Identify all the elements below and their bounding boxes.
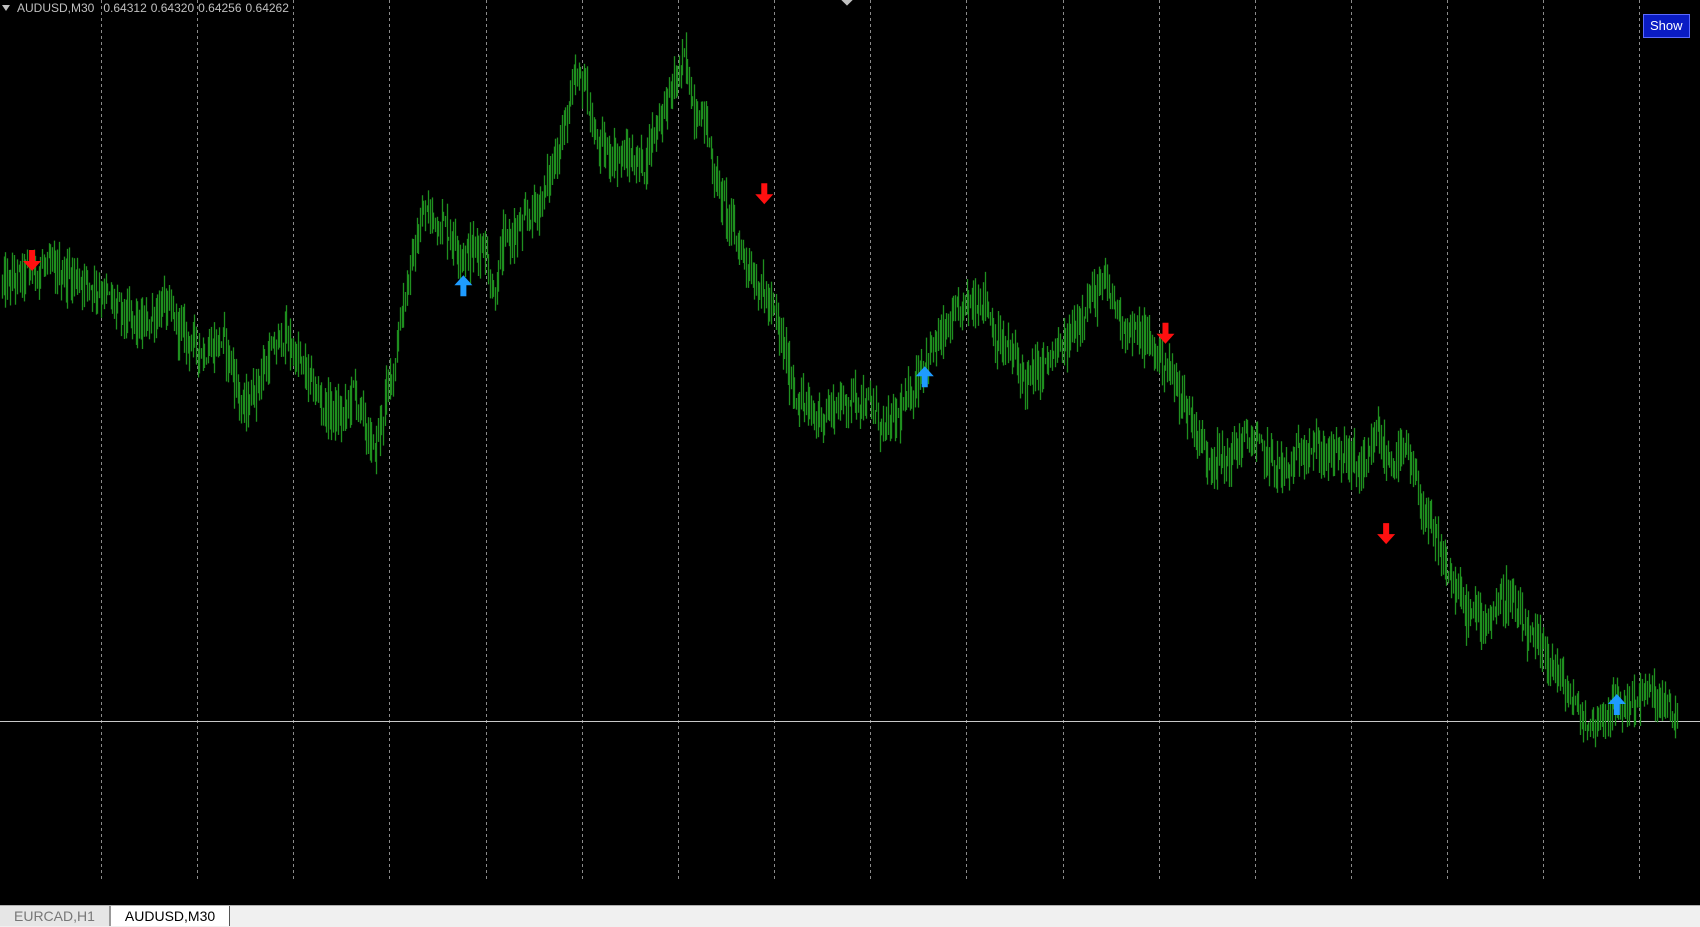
tab-audusd-m30[interactable]: AUDUSD,M30 — [109, 906, 231, 926]
symbol-label: AUDUSD,M30 — [17, 1, 95, 15]
buy-signal-arrow-icon[interactable] — [454, 275, 473, 297]
chart-canvas[interactable]: 8 Aug 20258 Aug 23:0011 Aug 11:0011 Aug … — [0, 0, 1700, 880]
chart-header: AUDUSD,M30 0.64312 0.64320 0.64256 0.642… — [2, 1, 289, 15]
open-price: 0.64312 — [103, 1, 147, 15]
ohlc-quotes: 0.64312 0.64320 0.64256 0.64262 — [103, 1, 289, 15]
show-button[interactable]: Show — [1643, 14, 1690, 38]
sell-signal-arrow-icon[interactable] — [755, 183, 774, 205]
high-price: 0.64320 — [150, 1, 195, 15]
low-price: 0.64256 — [198, 1, 242, 15]
header-dropdown-icon[interactable] — [2, 5, 10, 11]
price-chart[interactable]: 8 Aug 20258 Aug 23:0011 Aug 11:0011 Aug … — [0, 0, 1700, 880]
price-bars — [1, 32, 1679, 748]
close-price: 0.64262 — [245, 1, 289, 15]
tab-eurcad-h1[interactable]: EURCAD,H1 — [0, 906, 110, 926]
chart-tab-bar: EURCAD,H1 AUDUSD,M30 — [0, 905, 1700, 927]
sell-signal-arrow-icon[interactable] — [1377, 523, 1396, 545]
